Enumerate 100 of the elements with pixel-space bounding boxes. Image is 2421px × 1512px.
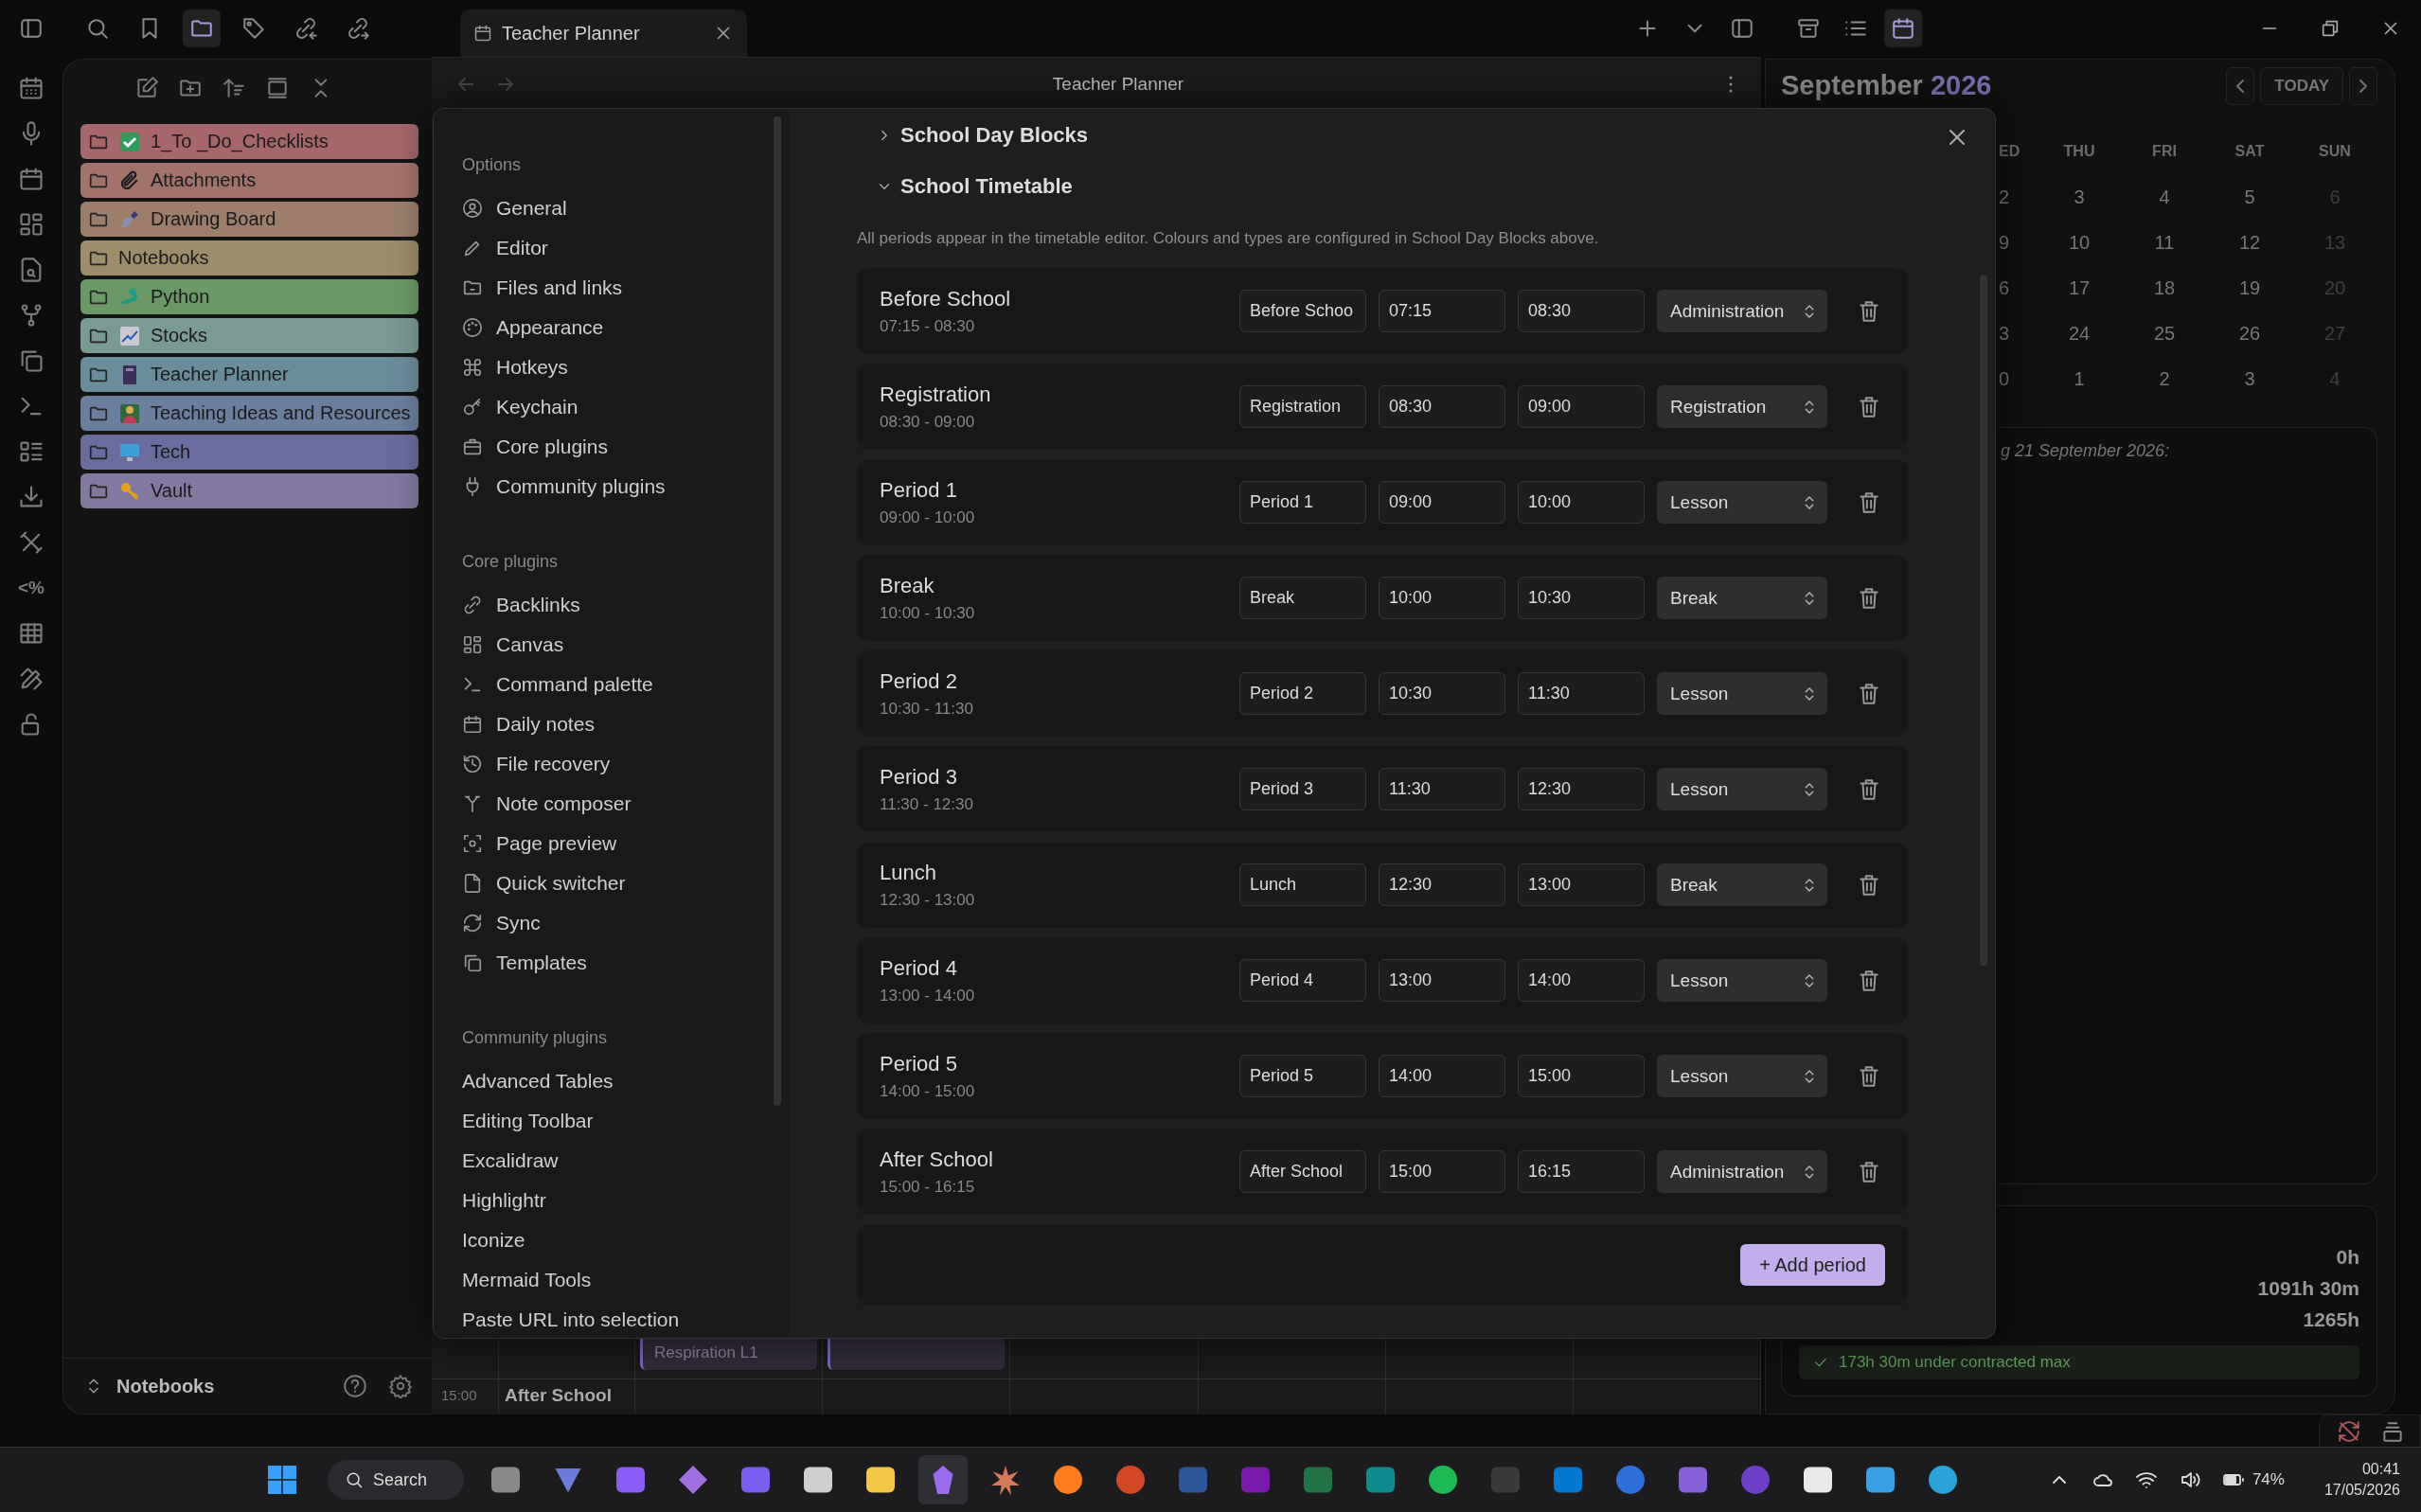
type-select[interactable]: Lesson (1657, 959, 1827, 1002)
settings-nav-item[interactable]: Advanced Tables (462, 1061, 760, 1101)
end-time-input[interactable]: 15:00 (1518, 1055, 1645, 1097)
trash-icon[interactable] (1857, 1063, 1881, 1089)
name-input[interactable]: Break (1239, 577, 1366, 619)
type-select[interactable]: Administration (1657, 1150, 1827, 1193)
section-toggle[interactable]: School Day Blocks (876, 110, 1098, 161)
start-time-input[interactable]: 08:30 (1379, 385, 1505, 428)
settings-nav-item[interactable]: Core plugins (462, 427, 760, 467)
pencil-ruler-icon[interactable] (18, 666, 45, 692)
settings-nav-item[interactable]: Quick switcher (462, 863, 760, 903)
name-input[interactable]: Period 2 (1239, 672, 1366, 715)
folder-item[interactable]: Teacher Planner (80, 357, 418, 392)
settings-nav-item[interactable]: File recovery (462, 744, 760, 784)
calendar-day[interactable]: 19 (2207, 277, 2292, 299)
name-input[interactable]: Period 3 (1239, 768, 1366, 810)
settings-nav-item[interactable]: Appearance (462, 308, 760, 347)
folder-item[interactable]: Tech (80, 435, 418, 470)
search-button[interactable]: Search (328, 1460, 464, 1500)
folder-item[interactable]: Stocks (80, 318, 418, 353)
end-time-input[interactable]: 08:30 (1518, 290, 1645, 332)
type-select[interactable]: Lesson (1657, 672, 1827, 715)
settings-nav-item[interactable]: Backlinks (462, 585, 760, 625)
template-icon[interactable]: <% (18, 575, 45, 601)
end-time-input[interactable]: 12:30 (1518, 768, 1645, 810)
start-time-input[interactable]: 14:00 (1379, 1055, 1505, 1097)
settings-nav-item[interactable]: Files and links (462, 268, 760, 308)
calendar-day[interactable]: 5 (2207, 187, 2292, 208)
end-time-input[interactable]: 16:15 (1518, 1150, 1645, 1193)
trash-icon[interactable] (1857, 298, 1881, 324)
settings-nav-item[interactable]: General (462, 188, 760, 228)
folder-item[interactable]: Vault (80, 473, 418, 508)
settings-nav-item[interactable]: Page preview (462, 824, 760, 863)
name-input[interactable]: Registration (1239, 385, 1366, 428)
name-input[interactable]: Lunch (1239, 863, 1366, 906)
settings-nav-item[interactable]: Canvas (462, 625, 760, 665)
trash-icon[interactable] (1857, 968, 1881, 993)
calendar-day[interactable]: 18 (2122, 277, 2207, 299)
settings-nav-item[interactable]: Daily notes (462, 704, 760, 744)
type-select[interactable]: Administration (1657, 290, 1827, 332)
previous-month-button[interactable] (2226, 66, 2255, 105)
folder-icon[interactable] (183, 9, 221, 47)
trash-icon[interactable] (1857, 872, 1881, 898)
start-time-input[interactable]: 13:00 (1379, 959, 1505, 1002)
add-period-button[interactable]: + Add period (1740, 1244, 1885, 1286)
grid-icon[interactable] (18, 211, 45, 238)
calendar-day[interactable]: 25 (2122, 323, 2207, 345)
sync-off-icon[interactable] (2337, 1418, 2361, 1444)
calendar-icon[interactable] (1884, 9, 1922, 47)
end-time-input[interactable]: 13:00 (1518, 863, 1645, 906)
settings-nav-item[interactable]: Paste URL into selection (462, 1300, 760, 1338)
calendar-day[interactable]: 3 (2037, 187, 2122, 208)
end-time-input[interactable]: 14:00 (1518, 959, 1645, 1002)
settings-nav-item[interactable]: Templates (462, 943, 760, 983)
type-select[interactable]: Lesson (1657, 481, 1827, 524)
name-input[interactable]: After School (1239, 1150, 1366, 1193)
calendar-day[interactable]: 12 (2207, 232, 2292, 254)
calendar-day[interactable]: 11 (2122, 232, 2207, 254)
folder-item[interactable]: Notebooks (80, 240, 418, 276)
folder-item[interactable]: Attachments (80, 163, 418, 198)
type-select[interactable]: Lesson (1657, 768, 1827, 810)
start-time-input[interactable]: 09:00 (1379, 481, 1505, 524)
settings-nav-item[interactable]: Editing Toolbar (462, 1101, 760, 1141)
calendar-day[interactable]: 10 (2037, 232, 2122, 254)
folder-item[interactable]: 1_To _Do_Checklists (80, 124, 418, 159)
trash-icon[interactable] (1857, 1159, 1881, 1184)
end-time-input[interactable]: 09:00 (1518, 385, 1645, 428)
section-toggle[interactable]: School Timetable (876, 161, 1082, 212)
folder-item[interactable]: Drawing Board (80, 202, 418, 237)
trash-icon[interactable] (1857, 776, 1881, 802)
calendar-day[interactable]: 26 (2207, 323, 2292, 345)
vault-switcher[interactable]: Notebooks (116, 1375, 215, 1397)
end-time-input[interactable]: 10:00 (1518, 481, 1645, 524)
folder-item[interactable]: Teaching Ideas and Resources (80, 396, 418, 431)
settings-nav-item[interactable]: Hotkeys (462, 347, 760, 387)
settings-nav-item[interactable]: Iconize (462, 1220, 760, 1260)
trash-icon[interactable] (1857, 585, 1881, 611)
type-select[interactable]: Break (1657, 863, 1827, 906)
sort-icon[interactable] (221, 76, 246, 100)
calendar-day[interactable]: 1 (2037, 368, 2122, 390)
help-icon[interactable] (343, 1374, 367, 1398)
start-time-input[interactable]: 12:30 (1379, 863, 1505, 906)
calendar-day[interactable]: 4 (2122, 187, 2207, 208)
scrollbar[interactable] (774, 116, 781, 1106)
trash-icon[interactable] (1857, 394, 1881, 419)
start-time-input[interactable]: 10:30 (1379, 672, 1505, 715)
tab[interactable]: Teacher Planner (460, 9, 747, 57)
settings-nav-item[interactable]: Note composer (462, 784, 760, 824)
calendar-icon[interactable] (18, 166, 45, 192)
settings-nav-item[interactable]: Command palette (462, 665, 760, 704)
settings-nav-item[interactable]: Highlightr (462, 1181, 760, 1220)
calendar-day[interactable]: 24 (2037, 323, 2122, 345)
settings-nav-item[interactable]: Excalidraw (462, 1141, 760, 1181)
clock-date[interactable]: 17/05/2026 (2323, 1482, 2400, 1499)
calendar-day[interactable]: 3 (2207, 368, 2292, 390)
trash-icon[interactable] (1857, 681, 1881, 706)
calendar-day[interactable]: 2 (2122, 368, 2207, 390)
crossed-tools-icon[interactable] (18, 529, 45, 556)
name-input[interactable]: Period 5 (1239, 1055, 1366, 1097)
clock-time[interactable]: 00:41 (2361, 1461, 2400, 1478)
